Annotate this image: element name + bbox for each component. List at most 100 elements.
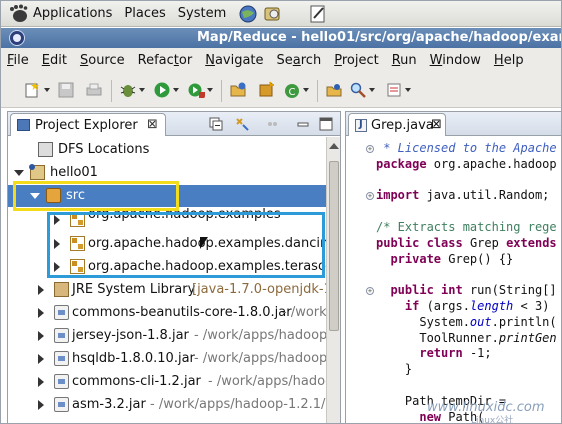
menu-help[interactable]: Help (494, 53, 524, 68)
expand-arrow-icon[interactable] (38, 308, 44, 318)
web-browser-launcher-icon[interactable] (238, 4, 258, 24)
toolbar-separator (317, 80, 318, 102)
expand-arrow-icon[interactable] (38, 285, 44, 295)
run-dropdown-icon[interactable] (173, 88, 179, 92)
new-class-icon[interactable]: C (283, 81, 301, 99)
tree-item-decoration: - /work/apps/hadoop-1.2 (194, 351, 326, 366)
toolbar-separator (111, 80, 112, 102)
tree-item-jar[interactable]: jersey-json-1.8.jar - /work/apps/hadoop-… (8, 325, 326, 347)
menu-search[interactable]: Search (277, 53, 322, 68)
new-package-icon[interactable] (257, 81, 275, 99)
code-line: package org.apache.hadoop (376, 156, 557, 171)
menu-run[interactable]: Run (392, 53, 417, 68)
search-icon[interactable] (349, 81, 367, 99)
external-tools-dropdown-icon[interactable] (207, 88, 213, 92)
expand-arrow-icon[interactable] (38, 400, 44, 410)
menu-edit[interactable]: Edit (42, 53, 67, 68)
code-line: System.out.println( (376, 314, 557, 329)
code-line: /* Extracts matching rege (376, 220, 557, 234)
menu-source[interactable]: Source (80, 53, 125, 68)
menu-refactor[interactable]: Refactor (138, 53, 193, 68)
tree-item-label: commons-beanutils-core-1.8.0.jar (72, 305, 292, 320)
expand-arrow-icon[interactable] (38, 377, 44, 387)
close-icon[interactable]: ⊠ (431, 117, 442, 132)
external-tools-icon[interactable] (187, 81, 205, 99)
view-menu-icon[interactable] (266, 116, 282, 132)
java-file-icon (355, 119, 367, 132)
editor-area: Grep.java ⊠ * Licensed to the Apachepack… (345, 111, 561, 423)
open-task-icon[interactable] (385, 81, 403, 99)
link-with-editor-icon[interactable] (234, 116, 250, 132)
tree-item-jar[interactable]: asm-3.2.jar - /work/apps/hadoop-1.2.1/li… (8, 394, 326, 416)
print-icon[interactable] (85, 81, 103, 99)
new-icon[interactable] (23, 81, 41, 99)
code-editor[interactable]: * Licensed to the Apache package org.apac… (346, 137, 561, 423)
tree-item-jar[interactable]: commons-beanutils-core-1.8.0.jar - /work… (8, 302, 326, 324)
tree-item-decoration: - /work/apps/hadoop-1.2 (194, 328, 326, 343)
eclipse-icon[interactable] (9, 30, 25, 46)
tree-item-jar[interactable]: hsqldb-1.8.0.10.jar - /work/apps/hadoop-… (8, 348, 326, 370)
open-type-icon[interactable] (325, 81, 343, 99)
expand-arrow-icon[interactable] (38, 331, 44, 341)
gnome-menu-places[interactable]: Places (124, 6, 165, 21)
window-title: Map/Reduce - hello01/src/org/apache/hado… (197, 30, 562, 45)
menu-navigate[interactable]: Navigate (205, 53, 263, 68)
new-java-project-icon[interactable] (229, 81, 247, 99)
gnome-menu-system[interactable]: System (178, 6, 226, 21)
screenshot-root: Applications Places System Map/Reduce - … (0, 0, 562, 424)
mouse-pointer-icon (200, 237, 208, 249)
tree-item-decoration: - /work/apps/hadoop-1.2.1/lib (150, 397, 326, 412)
jar-icon (54, 328, 69, 343)
tree-item-decoration: - /work/ (282, 305, 326, 320)
fold-marker-icon[interactable]: + (366, 192, 374, 201)
collapse-arrow-icon[interactable] (14, 170, 24, 176)
main-toolbar: C (1, 72, 561, 108)
fold-marker-icon[interactable]: + (366, 287, 374, 296)
collapse-all-icon[interactable] (208, 116, 224, 132)
tab-grep-java[interactable]: Grep.java ⊠ (348, 113, 446, 136)
open-task-dropdown-icon[interactable] (405, 88, 411, 92)
project-icon (29, 164, 45, 180)
window-title-bar[interactable]: Map/Reduce - hello01/src/org/apache/hado… (1, 28, 562, 48)
new-class-dropdown-icon[interactable] (303, 88, 309, 92)
tree-item-label: hello01 (50, 165, 98, 180)
gnome-foot-icon[interactable] (7, 4, 29, 24)
gnome-top-panel: Applications Places System (1, 1, 561, 27)
menu-file[interactable]: File (7, 53, 29, 68)
tree-item-jar[interactable]: commons-cli-1.2.jar - /work/apps/hadoop- (8, 371, 326, 393)
new-dropdown-icon[interactable] (44, 88, 50, 92)
tab-grep-java-label: Grep.java (371, 118, 434, 133)
jar-icon (54, 397, 69, 412)
run-icon[interactable] (153, 81, 171, 99)
debug-icon[interactable] (119, 81, 137, 99)
svg-text:C: C (289, 87, 296, 98)
tab-project-explorer[interactable]: Project Explorer ⊠ (10, 113, 166, 136)
save-icon[interactable] (57, 81, 75, 99)
menu-bar: File Edit Source Refactor Navigate Search Proj… (1, 48, 561, 72)
gnome-menu-applications[interactable]: Applications (33, 6, 112, 21)
code-line: public class Grep extends (376, 235, 557, 250)
scroll-up-arrow-icon[interactable] (329, 143, 339, 149)
project-explorer-tab-strip: Project Explorer ⊠ (8, 112, 340, 136)
maximize-view-icon[interactable] (318, 116, 334, 132)
jar-icon (54, 351, 69, 366)
code-line: public int run(String[] (390, 283, 557, 298)
tree-item-dfs-locations[interactable]: DFS Locations (8, 139, 326, 161)
expand-arrow-icon[interactable] (38, 354, 44, 364)
project-explorer-scrollbar[interactable] (326, 137, 340, 423)
fold-marker-icon[interactable]: + (366, 145, 374, 153)
tree-item-label: hsqldb-1.8.0.10.jar (72, 351, 195, 366)
debug-dropdown-icon[interactable] (139, 88, 145, 92)
menu-window[interactable]: Window (430, 53, 481, 68)
close-icon[interactable]: ⊠ (147, 117, 158, 132)
tree-item-jre-system-library[interactable]: JRE System Library [java-1.7.0-openjdk-1… (8, 279, 326, 301)
text-editor-launcher-icon[interactable] (308, 4, 328, 24)
code-line: if (args.length < 3) (404, 299, 550, 313)
menu-project[interactable]: Project (334, 53, 379, 68)
search-dropdown-icon[interactable] (369, 88, 375, 92)
editor-tab-strip: Grep.java ⊠ (346, 112, 561, 136)
tab-project-explorer-label: Project Explorer (35, 118, 138, 133)
minimize-view-icon[interactable] (296, 116, 312, 132)
mail-launcher-icon[interactable] (262, 4, 282, 24)
scrollbar-thumb[interactable] (329, 161, 339, 331)
